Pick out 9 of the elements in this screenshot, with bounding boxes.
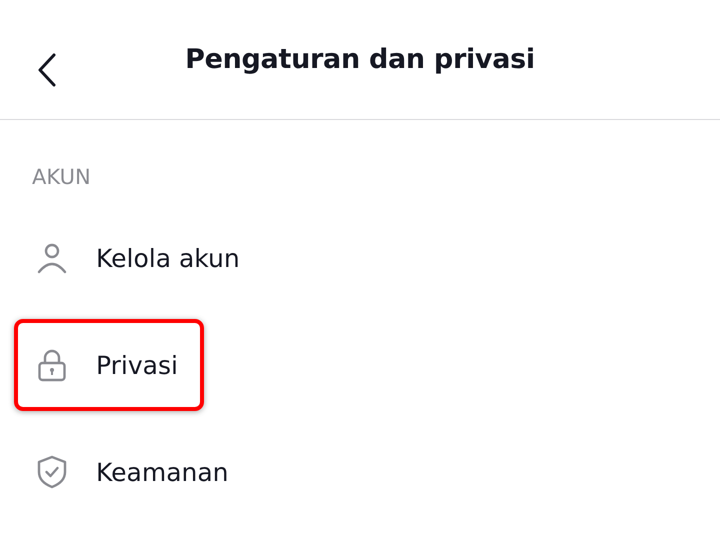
shield-check-icon [36, 455, 68, 489]
section-label: AKUN [32, 164, 92, 191]
page-title: Pengaturan dan privasi [185, 44, 535, 75]
back-icon[interactable] [37, 53, 57, 87]
settings-item[interactable]: Privasi [14, 319, 204, 411]
lock-icon [36, 348, 68, 382]
settings-item[interactable]: Keamanan [14, 426, 255, 518]
person-icon [36, 242, 68, 274]
settings-item[interactable]: Kelola akun [14, 212, 266, 304]
